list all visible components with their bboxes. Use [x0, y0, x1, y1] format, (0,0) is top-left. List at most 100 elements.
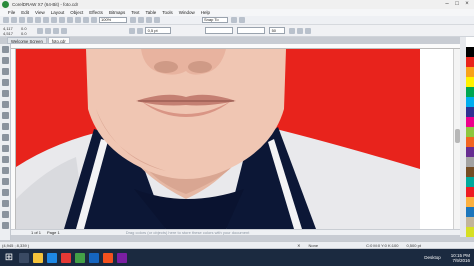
windows-start-icon[interactable]: ⊞	[3, 252, 15, 264]
palette-swatch[interactable]	[466, 147, 474, 157]
copy-icon[interactable]	[43, 17, 49, 23]
palette-swatch[interactable]	[466, 47, 474, 57]
palette-swatch[interactable]	[466, 177, 474, 187]
menu-edit[interactable]: Edit	[21, 10, 29, 15]
open-icon[interactable]	[11, 17, 17, 23]
taskbar-clock[interactable]: 10:15 PM 7/9/2016	[451, 253, 470, 263]
end-arrowhead-select[interactable]	[236, 27, 265, 34]
show-guidelines-icon[interactable]	[154, 17, 160, 23]
export-icon[interactable]	[83, 17, 89, 23]
print-icon[interactable]	[27, 17, 33, 23]
outline-color-status[interactable]: C:0 M:0 Y:0 K:100	[366, 243, 398, 248]
crop-tool-icon[interactable]	[2, 68, 9, 75]
palette-swatch[interactable]	[466, 207, 474, 217]
menu-layout[interactable]: Layout	[51, 10, 65, 15]
drop-shadow-icon[interactable]	[2, 178, 9, 185]
save-icon[interactable]	[19, 17, 25, 23]
palette-swatch[interactable]	[466, 107, 474, 117]
angle-field[interactable]: 50	[268, 27, 285, 34]
mirror-horizontal-icon[interactable]	[52, 27, 59, 34]
to-front-icon[interactable]	[288, 27, 295, 34]
file-explorer-icon[interactable]	[33, 252, 43, 263]
menu-help[interactable]: Help	[201, 10, 210, 15]
palette-swatch[interactable]	[466, 187, 474, 197]
menu-bitmaps[interactable]: Bitmaps	[109, 10, 125, 15]
show-rulers-icon[interactable]	[138, 17, 144, 23]
minimize-icon[interactable]: –	[442, 0, 452, 9]
transparency-tool-icon[interactable]	[2, 189, 9, 196]
pick-tool-icon[interactable]	[2, 46, 9, 53]
zoom-level-select[interactable]: 100%	[99, 17, 127, 23]
menu-effects[interactable]: Effects	[89, 10, 103, 15]
parallel-dimension-icon[interactable]	[2, 156, 9, 163]
word-icon[interactable]	[89, 252, 99, 263]
palette-swatch[interactable]	[466, 127, 474, 137]
zoom-tool-icon[interactable]	[2, 79, 9, 86]
palette-swatch[interactable]	[466, 217, 474, 227]
lock-ratio-icon[interactable]	[36, 27, 43, 34]
tab-document[interactable]: foto.cdr	[47, 37, 70, 44]
menu-object[interactable]: Object	[70, 10, 83, 15]
menu-view[interactable]: View	[35, 10, 45, 15]
paste-icon[interactable]	[51, 17, 57, 23]
palette-swatch[interactable]	[466, 227, 474, 237]
menu-table[interactable]: Table	[145, 10, 156, 15]
to-back-icon[interactable]	[296, 27, 303, 34]
close-icon[interactable]: ×	[462, 0, 472, 9]
shape-tool-icon[interactable]	[2, 57, 9, 64]
tab-welcome-screen[interactable]: Welcome Screen	[7, 37, 47, 44]
portrait-photo[interactable]	[16, 49, 420, 229]
chrome-browser-icon[interactable]	[61, 252, 71, 263]
freehand-tool-icon[interactable]	[2, 90, 9, 97]
edge-browser-icon[interactable]	[47, 252, 57, 263]
artistic-media-icon[interactable]	[2, 101, 9, 108]
palette-swatch[interactable]	[466, 117, 474, 127]
new-icon[interactable]	[3, 17, 9, 23]
height-field[interactable]: 0.0	[21, 31, 27, 36]
menu-window[interactable]: Window	[179, 10, 195, 15]
redo-icon[interactable]	[67, 17, 73, 23]
rectangle-tool-icon[interactable]	[2, 112, 9, 119]
outline-width-select[interactable]: 0,5 pt	[144, 27, 171, 34]
import-icon[interactable]	[75, 17, 81, 23]
menu-text[interactable]: Text	[131, 10, 139, 15]
palette-swatch[interactable]	[466, 67, 474, 77]
drawing-canvas[interactable]	[16, 49, 420, 229]
line-style-select[interactable]	[204, 27, 233, 34]
options-icon[interactable]	[231, 17, 237, 23]
rotate-icon[interactable]	[44, 27, 51, 34]
palette-swatch[interactable]	[466, 157, 474, 167]
connector-tool-icon[interactable]	[2, 167, 9, 174]
wrap-text-icon[interactable]	[128, 27, 135, 34]
polygon-tool-icon[interactable]	[2, 134, 9, 141]
ellipse-tool-icon[interactable]	[2, 123, 9, 130]
y-position-field[interactable]: 4,517	[3, 31, 13, 36]
palette-swatch[interactable]	[466, 167, 474, 177]
eyedropper-icon[interactable]	[2, 200, 9, 207]
vertical-scrollbar[interactable]	[453, 49, 460, 229]
palette-swatch[interactable]	[466, 77, 474, 87]
palette-swatch[interactable]	[466, 137, 474, 147]
palette-swatch[interactable]	[466, 57, 474, 67]
coreldraw-taskbar-icon[interactable]	[75, 252, 85, 263]
interactive-fill-icon[interactable]	[2, 211, 9, 218]
full-screen-icon[interactable]	[130, 17, 136, 23]
launch-icon[interactable]	[239, 17, 245, 23]
page-tab[interactable]: Page 1	[47, 230, 60, 235]
mirror-vertical-icon[interactable]	[60, 27, 67, 34]
search-icon[interactable]	[19, 252, 29, 263]
palette-swatch[interactable]	[466, 197, 474, 207]
menu-tools[interactable]: Tools	[162, 10, 173, 15]
undo-icon[interactable]	[59, 17, 65, 23]
text-tool-icon[interactable]	[2, 145, 9, 152]
show-grid-icon[interactable]	[146, 17, 152, 23]
palette-swatch[interactable]	[466, 87, 474, 97]
smart-fill-icon[interactable]	[2, 222, 9, 229]
palette-swatch[interactable]	[466, 97, 474, 107]
line-style-icon[interactable]	[136, 27, 143, 34]
cut-icon[interactable]	[35, 17, 41, 23]
snap-to-select[interactable]: Snap To	[202, 17, 228, 23]
desktop-toolbar-label[interactable]: Desktop	[424, 255, 441, 260]
media-player-icon[interactable]	[103, 252, 113, 263]
publish-pdf-icon[interactable]	[91, 17, 97, 23]
